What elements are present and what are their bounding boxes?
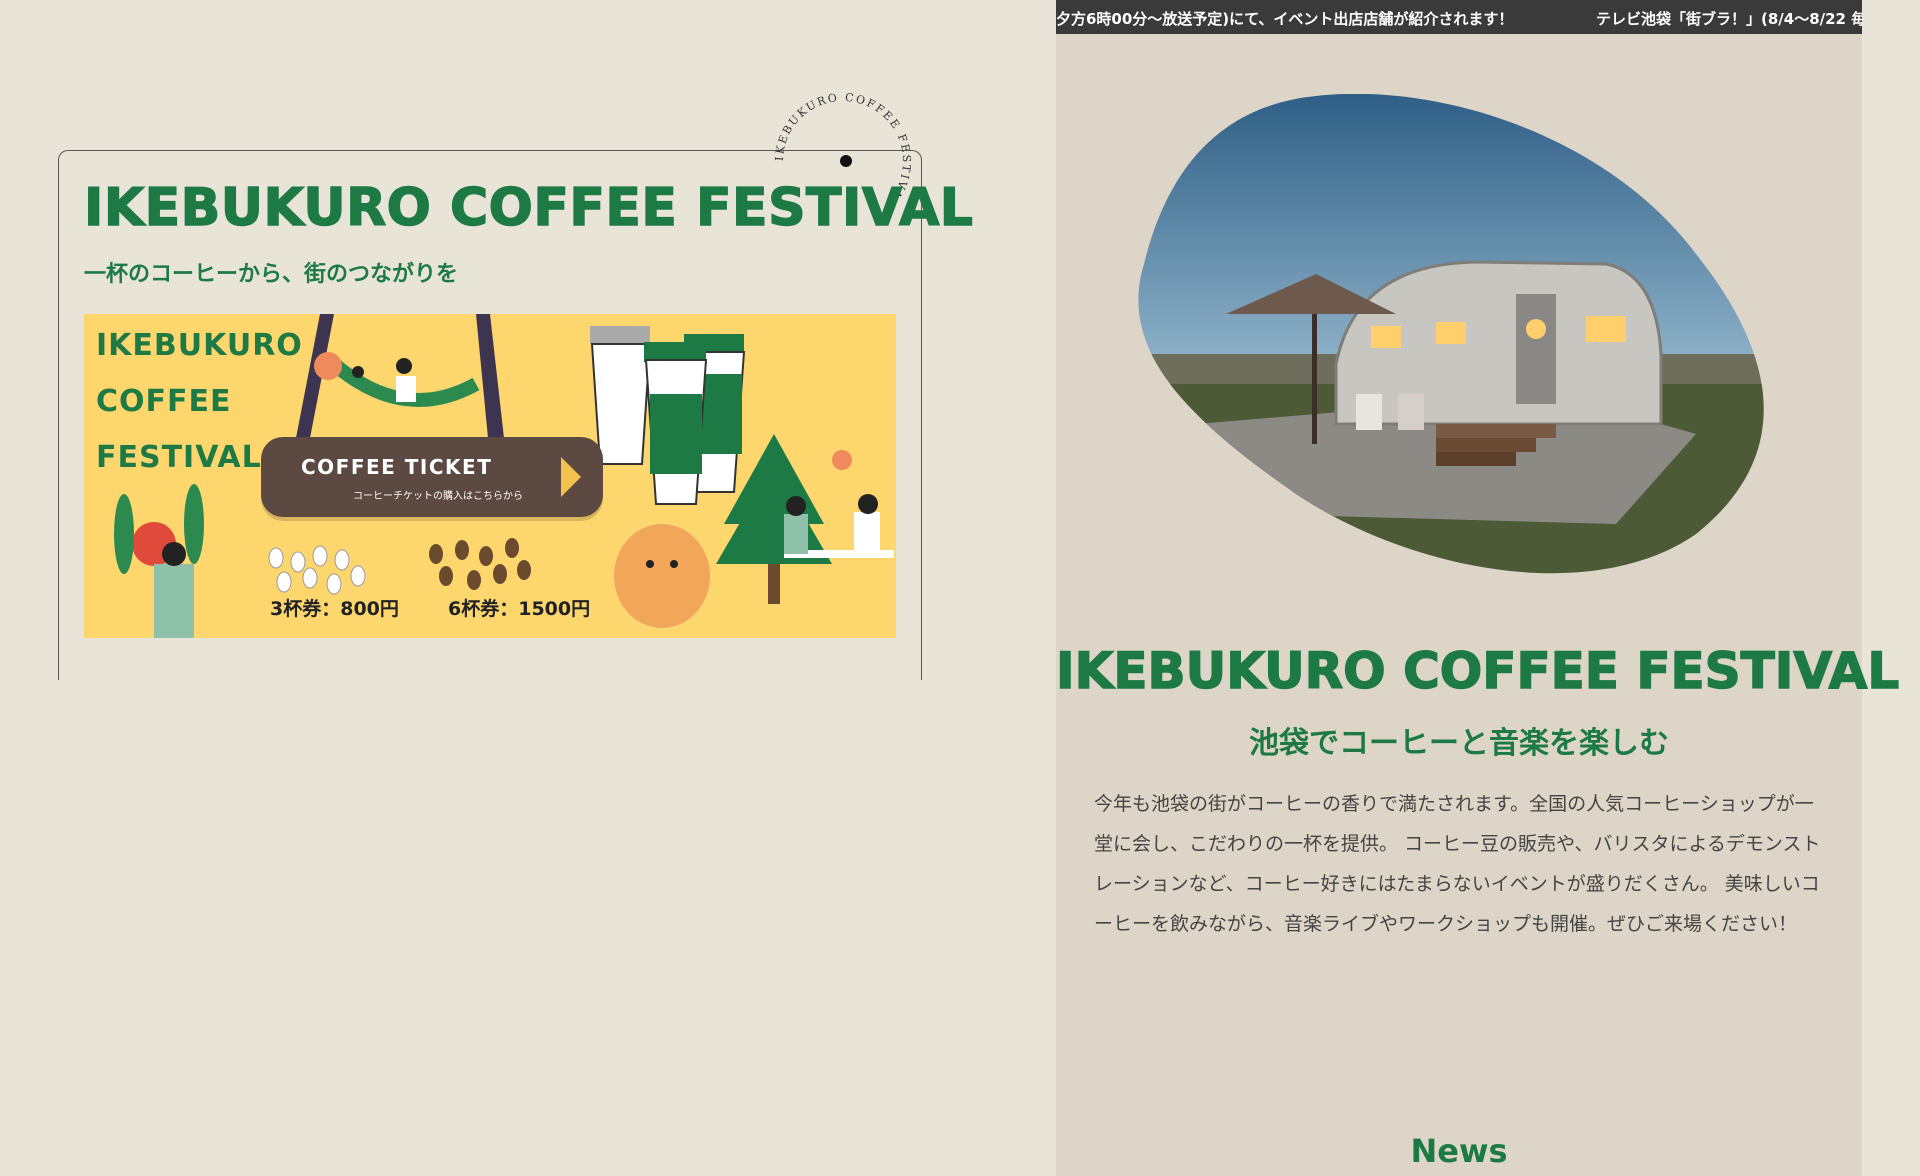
banner-word-coffee: COFFEE [96,384,232,419]
section-subtitle: 池袋でコーヒーと音楽を楽しむ [1249,726,1669,761]
news-heading: News [1410,1132,1508,1170]
ticket-sublabel: コーヒーチケットの購入はこちらから [353,491,523,502]
page: IKEBUKURO COFFEE FESTIVAL IKEBUKURO COFF… [0,0,1920,1176]
right-panel: 夕方6時00分～放送予定)にて、イベント出店店舗が紹介されます！ テレビ池袋「街… [1055,0,1900,1176]
coffee-ticket-button[interactable]: COFFEE TICKET コーヒーチケットの購入はこちらから [261,437,603,517]
hero-title: IKEBUKURO COFFEE FESTIVAL [83,177,974,239]
hero-photo [1136,94,1782,580]
hero-subtitle: 一杯のコーヒーから、街のつながりを [84,262,459,287]
ticket-banner[interactable]: IKEBUKURO COFFEE FESTIVAL COFFEE TICKET … [84,314,896,638]
price-6-cups: 6杯券：1500円 [448,598,591,620]
ticker-item-2: テレビ池袋「街ブラ！」(8/4～8/22 毎 [1596,10,1862,28]
price-3-cups: 3杯券：800円 [270,598,399,620]
banner-word-festival: FESTIVAL [96,440,262,475]
play-arrow-icon [561,457,581,497]
section-title: IKEBUKURO COFFEE FESTIVAL [1055,641,1900,701]
news-ticker[interactable]: 夕方6時00分～放送予定)にて、イベント出店店舗が紹介されます！ テレビ池袋「街… [1056,0,1862,34]
coffee-cup-icons [590,326,746,505]
banner-word-ikebukuro: IKEBUKURO [96,328,303,363]
stamp-dot [840,155,852,167]
ticker-item-1: 夕方6時00分～放送予定)にて、イベント出店店舗が紹介されます！ [1056,10,1514,28]
event-description: 今年も池袋の街がコーヒーの香りで満たされます。全国の人気コーヒーショップが一堂に… [1094,793,1821,935]
ticket-label: COFFEE TICKET [301,455,493,479]
